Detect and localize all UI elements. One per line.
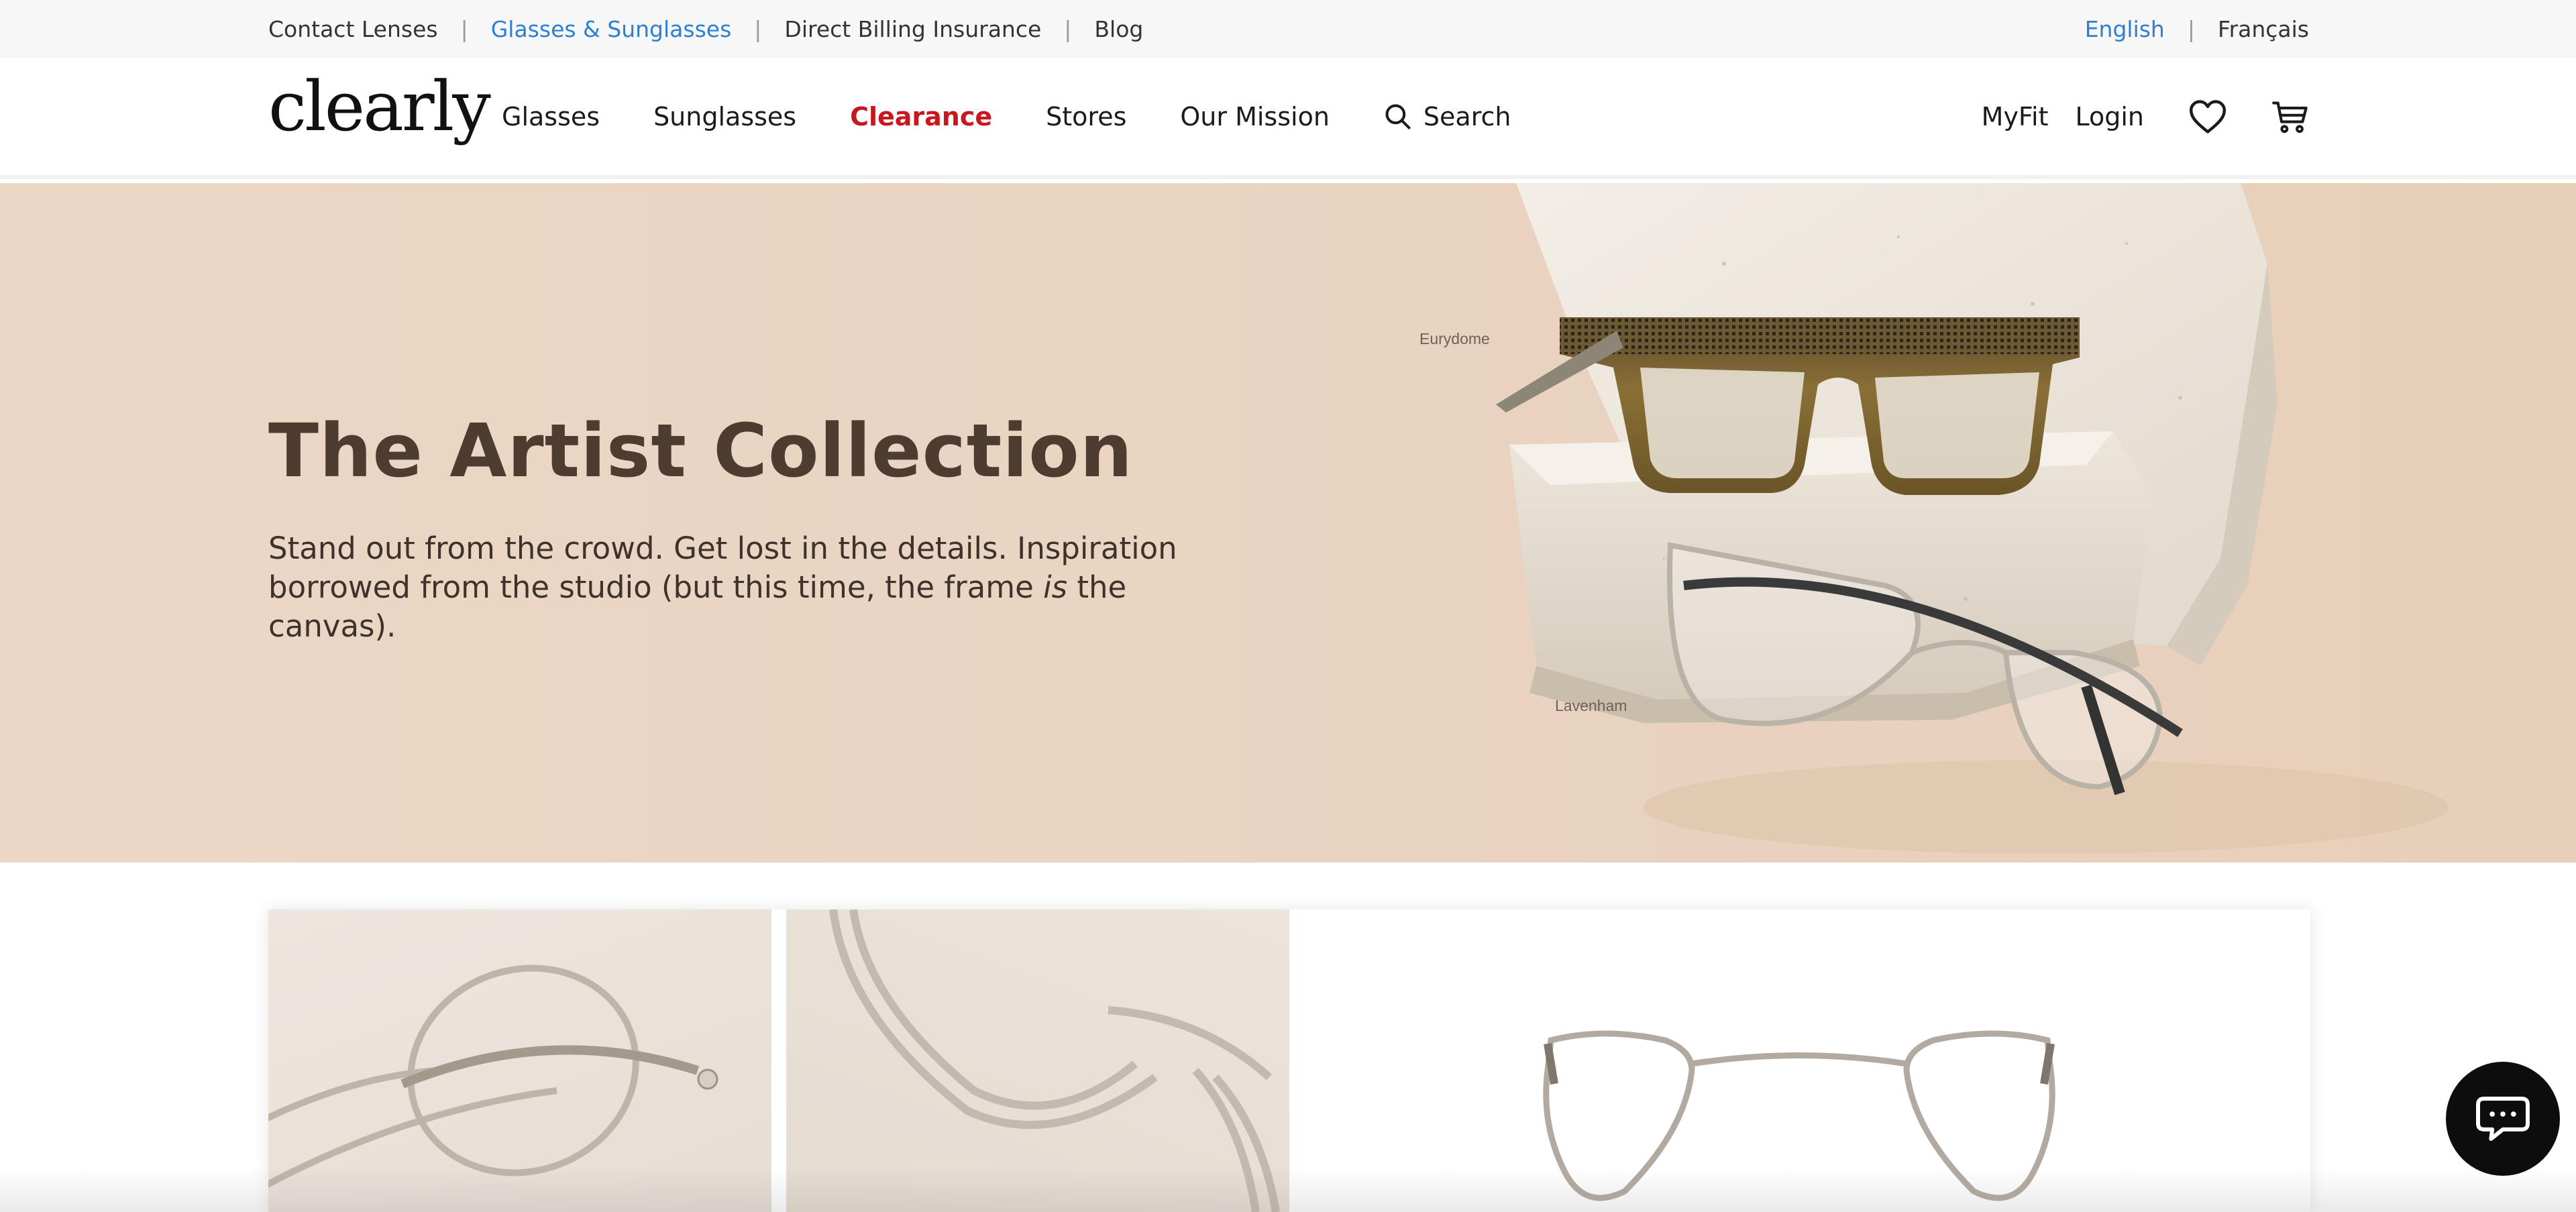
separator: | bbox=[1064, 15, 1072, 42]
main-header: clearly Glasses Sunglasses Clearance Sto… bbox=[0, 58, 2576, 179]
cart-button[interactable] bbox=[2271, 99, 2309, 134]
utility-links: Contact Lenses | Glasses & Sunglasses | … bbox=[268, 0, 1143, 58]
direct-billing-insurance-link[interactable]: Direct Billing Insurance bbox=[784, 16, 1041, 42]
wishlist-button[interactable] bbox=[2188, 99, 2227, 134]
nav-our-mission[interactable]: Our Mission bbox=[1180, 102, 1330, 131]
nav-glasses[interactable]: Glasses bbox=[502, 102, 600, 131]
search-label: Search bbox=[1423, 102, 1511, 131]
blog-link[interactable]: Blog bbox=[1094, 16, 1143, 42]
utility-bar: Contact Lenses | Glasses & Sunglasses | … bbox=[0, 0, 2576, 58]
clear-frame-closeup-illustration bbox=[268, 965, 718, 1188]
search-button[interactable]: Search bbox=[1383, 102, 1511, 131]
eurydome-label: Eurydome bbox=[1419, 330, 1490, 347]
search-icon bbox=[1385, 104, 1411, 129]
login-link[interactable]: Login bbox=[2075, 102, 2144, 131]
nav-stores[interactable]: Stores bbox=[1046, 102, 1126, 131]
contact-lenses-link[interactable]: Contact Lenses bbox=[268, 16, 438, 42]
language-switcher: English | Français bbox=[2085, 0, 2309, 58]
clearly-logo[interactable]: clearly bbox=[268, 73, 491, 142]
product-gallery bbox=[268, 910, 2310, 1212]
glasses-on-stone-illustration: Eurydome Lavenham bbox=[1419, 183, 2449, 854]
product-image-detail-1[interactable] bbox=[268, 910, 771, 1212]
heart-icon bbox=[2189, 100, 2226, 133]
hero-image: Eurydome Lavenham bbox=[1375, 183, 2576, 863]
glasses-sunglasses-link[interactable]: Glasses & Sunglasses bbox=[491, 16, 732, 42]
chat-button[interactable] bbox=[2446, 1062, 2560, 1176]
product-image-front[interactable] bbox=[1289, 910, 2310, 1212]
hero-text-emphasis: is bbox=[1043, 569, 1068, 605]
nav-sunglasses[interactable]: Sunglasses bbox=[653, 102, 796, 131]
hero-description: Stand out from the crowd. Get lost in th… bbox=[268, 529, 1201, 646]
nav-clearance[interactable]: Clearance bbox=[850, 102, 992, 131]
chat-bubble-icon bbox=[2476, 1097, 2530, 1141]
separator: | bbox=[460, 15, 468, 42]
myfit-link[interactable]: MyFit bbox=[1982, 102, 2049, 131]
account-nav: MyFit Login bbox=[1982, 58, 2309, 175]
hero-banner[interactable]: The Artist Collection Stand out from the… bbox=[0, 183, 2576, 863]
cat-eye-glasses-illustration bbox=[1543, 1030, 2055, 1201]
product-image-detail-2[interactable] bbox=[786, 910, 1289, 1212]
clear-frame-angle-illustration bbox=[829, 910, 1280, 1212]
lavenham-label: Lavenham bbox=[1555, 697, 1627, 714]
hero-text-start: Stand out from the crowd. Get lost in th… bbox=[268, 531, 1177, 605]
separator: | bbox=[754, 15, 762, 42]
cart-icon bbox=[2272, 101, 2308, 133]
main-nav: Glasses Sunglasses Clearance Stores Our … bbox=[502, 58, 1564, 175]
language-french[interactable]: Français bbox=[2218, 16, 2309, 42]
hero-title: The Artist Collection bbox=[268, 408, 1133, 494]
language-english[interactable]: English bbox=[2085, 16, 2165, 42]
separator: | bbox=[2187, 15, 2195, 42]
